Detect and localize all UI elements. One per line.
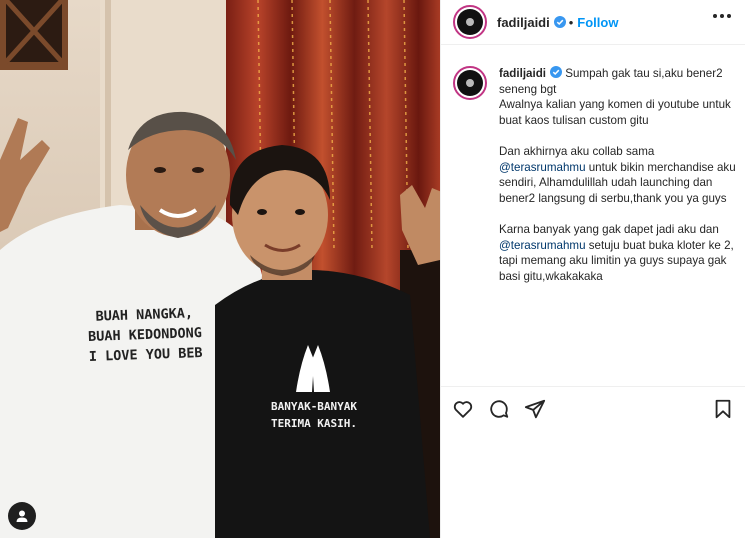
verified-badge-icon [553, 16, 566, 28]
caption-username[interactable]: fadiljaidi [499, 67, 546, 80]
mention-link[interactable]: @terasrumahmu [499, 239, 586, 252]
user-icon [16, 510, 28, 522]
comment-button[interactable] [487, 397, 511, 421]
shirt-right-line: BANYAK-BANYAK [270, 400, 358, 413]
comment-icon [490, 399, 509, 418]
save-button[interactable] [711, 397, 735, 421]
bookmark-icon [715, 399, 731, 418]
tagged-users-button[interactable] [8, 502, 36, 530]
paper-plane-icon [524, 399, 546, 418]
caption-line: Dan akhirnya aku collab sama [499, 144, 655, 158]
mention-link[interactable]: @terasrumahmu [499, 161, 586, 174]
shirt-left-text: BUAH NANGKA, BUAH KEDONDONG I LOVE YOU B… [69, 302, 221, 367]
more-options-icon[interactable] [713, 14, 731, 18]
like-button[interactable] [451, 397, 475, 421]
caption-line: Awalnya kalian yang komen di youtube unt… [499, 98, 731, 127]
username-link[interactable]: fadiljaidi [497, 15, 550, 30]
action-bar [441, 386, 745, 430]
heart-icon [453, 400, 473, 418]
post-side-panel: fadiljaidi • Follow fadiljaidi Sumpah ga… [440, 0, 745, 538]
caption-text: fadiljaidi Sumpah gak tau si,aku bener2 … [499, 66, 737, 384]
avatar-logo-icon [466, 18, 474, 26]
share-button[interactable] [523, 397, 547, 421]
caption-area: fadiljaidi Sumpah gak tau si,aku bener2 … [453, 66, 737, 384]
separator-dot: • [568, 14, 574, 30]
shirt-right-line: TERIMA KASIH. [270, 417, 358, 430]
photo-illustration [0, 0, 440, 538]
post-header: fadiljaidi • Follow [441, 0, 745, 45]
post-photo[interactable]: BUAH NANGKA, BUAH KEDONDONG I LOVE YOU B… [0, 0, 440, 538]
shirt-right-text: BANYAK-BANYAK TERIMA KASIH. [254, 398, 374, 432]
caption-avatar[interactable] [453, 66, 487, 100]
verified-badge-icon [550, 66, 563, 78]
caption-line: Karna banyak yang gak dapet jadi aku dan [499, 222, 719, 236]
follow-button[interactable]: Follow [577, 15, 618, 30]
avatar-logo-icon [466, 79, 474, 87]
avatar[interactable] [453, 5, 487, 39]
